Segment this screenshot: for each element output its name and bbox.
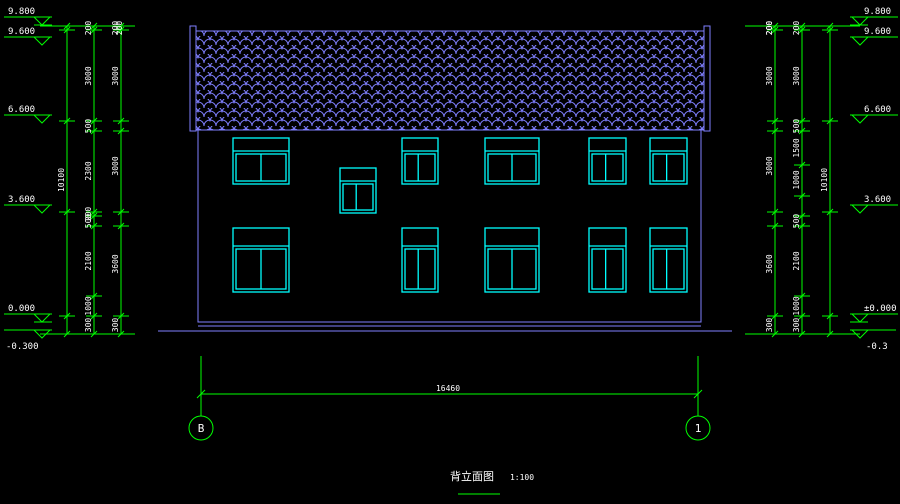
- dimension-text: 1500: [792, 138, 801, 157]
- drawing-title: 背立面图: [450, 469, 494, 483]
- window: [232, 137, 290, 185]
- level-label: 9.800: [864, 7, 891, 17]
- level-marker: 9.800: [850, 7, 898, 26]
- right-total-height: 10100: [820, 168, 829, 192]
- level-label: ±0.000: [864, 304, 897, 314]
- roof-right-gable: [703, 25, 711, 132]
- building: [158, 25, 732, 332]
- dimension-text: 300: [792, 318, 801, 333]
- roof-tiles: [195, 30, 705, 131]
- dimension-text: 300: [111, 318, 120, 333]
- dimension-text: 3000: [792, 66, 801, 85]
- level-label: 9.600: [864, 27, 891, 37]
- level-label: -0.3: [866, 342, 888, 352]
- dimension-text: 1000: [792, 296, 801, 315]
- window: [339, 167, 377, 214]
- level-marker: 0.000: [4, 304, 52, 323]
- axis-label-right: 1: [695, 422, 702, 435]
- dimension-text: 1000: [792, 170, 801, 189]
- level-label: 3.600: [8, 195, 35, 205]
- roof-left-gable: [189, 25, 197, 132]
- level-marker: 6.600: [4, 105, 52, 124]
- axis-label-left: B: [198, 422, 205, 435]
- window: [232, 227, 290, 293]
- level-marker: 3.600: [850, 195, 898, 214]
- level-marker: 3.600: [4, 195, 52, 214]
- dimension-text: 3000: [111, 66, 120, 85]
- level-marker: -0.3: [850, 329, 896, 352]
- left-total-height: 10100: [57, 168, 66, 192]
- dimension-text: 500: [792, 119, 801, 134]
- dimension-text: 3000: [765, 66, 774, 85]
- dimension-text: 500: [84, 214, 93, 229]
- dimension-text: 500: [792, 214, 801, 229]
- window: [484, 227, 540, 293]
- windows: [232, 137, 688, 293]
- dimension-text: 500: [84, 119, 93, 134]
- level-marker: 9.600: [4, 27, 52, 46]
- dimension-text: 2300: [84, 161, 93, 180]
- window: [649, 227, 688, 293]
- dimension-text: 200: [115, 21, 124, 36]
- level-label: -0.300: [6, 342, 39, 352]
- level-label: 3.600: [864, 195, 891, 205]
- window: [401, 227, 439, 293]
- right-dimension-lines: [745, 25, 860, 335]
- horizontal-dimension-value: 16460: [436, 384, 460, 393]
- window: [588, 137, 627, 185]
- level-marker: 9.800: [4, 7, 52, 26]
- level-label: 9.800: [8, 7, 35, 17]
- drawing-scale: 1:100: [510, 473, 534, 482]
- dimension-text: 1000: [84, 296, 93, 315]
- level-marker: ±0.000: [850, 304, 898, 323]
- level-label: 9.600: [8, 27, 35, 37]
- dimension-text: 3600: [111, 254, 120, 273]
- elevation-drawing: 9.800 9.600 6.600 3.600 0.000 -0.300 9.800 9.6…: [4, 7, 898, 495]
- level-label: 6.600: [8, 105, 35, 115]
- dimension-text: 3000: [765, 156, 774, 175]
- dimension-text: 2100: [84, 251, 93, 270]
- left-level-markers: 9.800 9.600 6.600 3.600 0.000 -0.300: [4, 7, 52, 352]
- window: [401, 137, 439, 185]
- dimension-text: 300: [765, 318, 774, 333]
- dimension-text: 3600: [765, 254, 774, 273]
- dimension-text: 3000: [111, 156, 120, 175]
- window: [484, 137, 540, 185]
- level-marker: -0.300: [4, 329, 52, 352]
- window: [649, 137, 688, 185]
- dimension-text: 200: [84, 21, 93, 36]
- dimension-text: 300: [84, 318, 93, 333]
- level-marker: 9.600: [850, 27, 898, 46]
- level-label: 0.000: [8, 304, 35, 314]
- dimension-text: 200: [792, 21, 801, 36]
- dimension-text: 3000: [84, 66, 93, 85]
- level-marker: 6.600: [850, 105, 898, 124]
- dimension-text: 200: [765, 21, 774, 36]
- level-label: 6.600: [864, 105, 891, 115]
- dimension-text: 2100: [792, 251, 801, 270]
- right-level-markers: 9.800 9.600 6.600 3.600 ±0.000 -0.3: [850, 7, 898, 352]
- window: [588, 227, 627, 293]
